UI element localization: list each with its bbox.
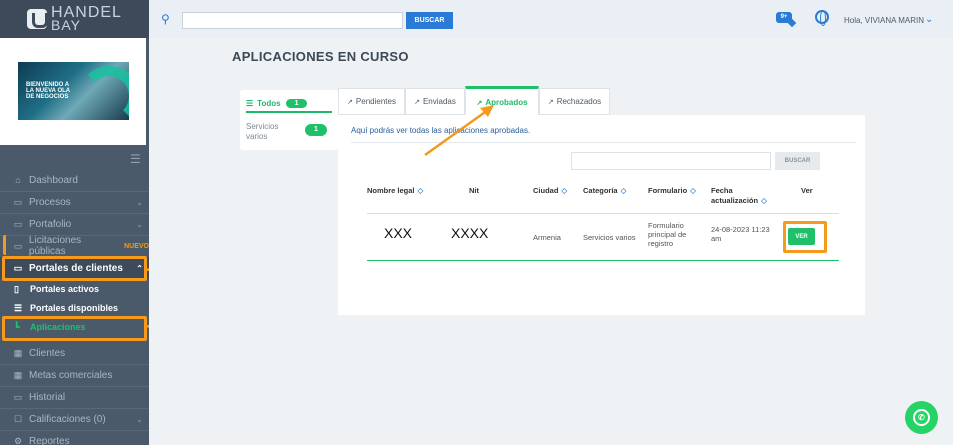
briefcase-icon: ▭: [13, 218, 23, 229]
page-title: APLICACIONES EN CURSO: [232, 49, 409, 64]
search-icon[interactable]: ⚲: [161, 12, 170, 26]
home-icon: ⌂: [15, 175, 21, 185]
filter-card: ☰ Todos 1 Servicios varios 1: [240, 90, 338, 150]
column-header-nit: Nit: [469, 186, 479, 195]
gear-icon: ⚙: [13, 435, 23, 445]
count-badge: 1: [305, 124, 327, 136]
sidebar-item-dashboard[interactable]: ⌂ Dashboard: [0, 169, 149, 191]
chevron-down-icon: ⌄: [136, 219, 143, 229]
logo[interactable]: HANDEL BAY: [0, 0, 149, 38]
tab-rechazados[interactable]: ↗ Rechazados: [539, 88, 610, 115]
column-header-ciudad[interactable]: Ciudad ◇: [533, 186, 567, 196]
table-search-input[interactable]: [571, 152, 771, 170]
column-header-nombre[interactable]: Nombre legal ◇: [367, 186, 423, 196]
folder-icon: ▭: [13, 391, 23, 402]
column-header-formulario[interactable]: Formulario ◇: [648, 186, 696, 196]
sidebar-subitem-portales-activos[interactable]: ▯ Portales activos: [0, 280, 149, 298]
sidebar-item-portafolio[interactable]: ▭ Portafolio ⌄: [0, 213, 149, 235]
welcome-banner: BIENVENIDO A LA NUEVA OLA DE NEGOCIOS: [18, 62, 129, 120]
table-search-button[interactable]: BUSCAR: [775, 152, 820, 170]
user-greeting[interactable]: Hola, VIVIANA MARIN: [844, 16, 924, 25]
cell-formulario: Formulario principal de registro: [648, 221, 687, 248]
menu-toggle-icon[interactable]: ☰: [130, 152, 141, 166]
top-bar: ⚲ BUSCAR 9+ Hola, VIVIANA MARIN ⌄: [149, 0, 953, 38]
sidebar-item-historial[interactable]: ▭ Historial: [0, 386, 149, 408]
filter-servicios[interactable]: Servicios varios 1: [246, 122, 332, 142]
sidebar-item-clientes[interactable]: ▦ Clientes: [0, 342, 149, 364]
highlight-box-aplicaciones: [2, 316, 147, 341]
calendar-icon: ▦: [13, 369, 23, 380]
column-header-fecha[interactable]: Fecha actualización ◇: [711, 186, 781, 206]
sidebar-item-calificaciones[interactable]: ☐ Calificaciones (0) ⌄: [0, 408, 149, 430]
whatsapp-icon: ✆: [913, 409, 930, 426]
share-arrow-icon: ↗: [547, 98, 554, 106]
divider: [367, 260, 839, 261]
tab-content: Aquí podrás ver todas las aplicaciones a…: [338, 115, 865, 315]
column-header-ver: Ver: [801, 186, 813, 195]
annotation-arrow: [424, 105, 494, 157]
document-icon: ▯: [14, 283, 19, 294]
tabs-panel: ↗ Pendientes ↗ Enviadas ↗ Aprobados ↗ Re…: [338, 86, 865, 340]
banner-container: BIENVENIDO A LA NUEVA OLA DE NEGOCIOS: [0, 38, 149, 145]
count-badge: 1: [285, 98, 308, 108]
cell-fecha: 24-08-2023 11:23 am: [711, 225, 770, 243]
sidebar: HANDEL BAY BIENVENIDO A LA NUEVA OLA DE …: [0, 0, 149, 445]
chevron-down-icon[interactable]: ⌄: [925, 14, 933, 25]
banner-text: BIENVENIDO A LA NUEVA OLA DE NEGOCIOS: [26, 82, 70, 100]
logo-mark-icon: [27, 9, 49, 29]
highlight-box-portales: [2, 256, 147, 281]
cell-ciudad: Armenia: [533, 233, 561, 242]
sidebar-item-reportes[interactable]: ⚙ Reportes: [0, 430, 149, 445]
search-button[interactable]: BUSCAR: [406, 12, 453, 29]
divider: [367, 213, 839, 214]
cell-categoria: Servicios varios: [583, 233, 636, 242]
sort-icon: ◇: [561, 186, 568, 195]
search-input[interactable]: [182, 12, 403, 29]
sort-icon: ◇: [690, 186, 696, 195]
column-header-categoria[interactable]: Categoría ◇: [583, 186, 626, 196]
sidebar-subitem-portales-disponibles[interactable]: ☰ Portales disponibles: [0, 299, 149, 317]
chevron-down-icon: ⌄: [136, 414, 143, 424]
wave-graphic: [79, 66, 129, 120]
globe-icon[interactable]: [815, 10, 829, 26]
cell-nombre-legal: XXX: [384, 225, 413, 241]
checkbox-icon: ☐: [13, 413, 23, 424]
main-content: APLICACIONES EN CURSO ☰ Todos 1 Servicio…: [149, 38, 953, 445]
chevron-down-icon: ⌄: [136, 197, 143, 207]
sort-icon: ◇: [417, 186, 424, 195]
list-icon: ☰: [246, 98, 254, 108]
sidebar-item-metas[interactable]: ▦ Metas comerciales: [0, 364, 149, 386]
cell-nit: XXXX: [451, 225, 489, 241]
logo-text: HANDEL BAY: [51, 4, 122, 33]
tab-pendientes[interactable]: ↗ Pendientes: [338, 88, 405, 115]
filter-todos[interactable]: ☰ Todos 1: [246, 97, 332, 113]
share-arrow-icon: ↗: [347, 98, 353, 106]
whatsapp-button[interactable]: ✆: [905, 401, 938, 434]
highlight-mark: [3, 235, 147, 255]
sort-icon: ◇: [761, 196, 767, 205]
briefcase-icon: ▭: [13, 196, 23, 207]
chat-bubble-icon: [787, 18, 797, 28]
list-icon: ☰: [14, 302, 23, 313]
building-icon: ▦: [13, 347, 23, 358]
sidebar-item-procesos[interactable]: ▭ Procesos ⌄: [0, 191, 149, 213]
sort-icon: ◇: [620, 186, 627, 195]
highlight-box-ver: [783, 221, 827, 253]
